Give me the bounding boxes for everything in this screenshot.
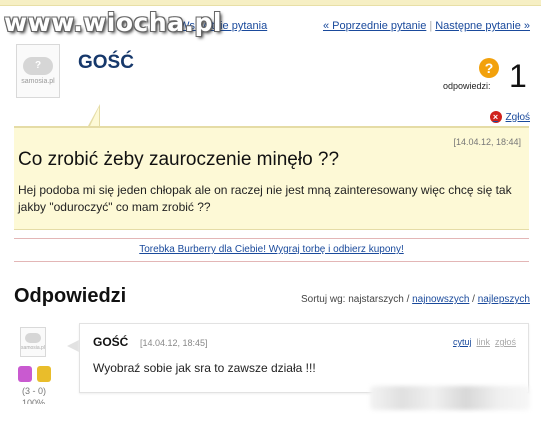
speech-bubbles-icon <box>25 333 41 343</box>
next-question-link[interactable]: Następne pytanie » <box>435 20 530 32</box>
avatar-caption: samosia.pl <box>21 345 45 351</box>
sort-best-link[interactable]: najlepszych <box>478 294 530 305</box>
vote-count: (3 - 0) <box>22 386 47 396</box>
avatar[interactable]: ? samosia.pl <box>16 44 60 98</box>
question-box: [14.04.12, 18:44] Co zrobić żeby zaurocz… <box>14 126 529 230</box>
question-body: Hej podoba mi się jeden chłopak ale on r… <box>18 183 512 214</box>
site-watermark: www.wiocha.pl <box>4 8 222 37</box>
vote-percent: 100% <box>22 398 46 404</box>
answers-count: 1 <box>509 58 527 94</box>
answers-count-label: odpowiedzi: <box>443 81 491 91</box>
question-nav: « Poprzednie pytanie | Następne pytanie » <box>323 20 530 32</box>
answer-avatar[interactable]: samosia.pl <box>20 327 46 357</box>
promo-link[interactable]: Torebka Burberry dla Ciebie! Wygraj torb… <box>139 244 403 255</box>
answer-box: GOŚĆ [14.04.12, 18:45] cytuj link zgłoś Wy… <box>79 323 529 393</box>
top-bar <box>0 0 541 6</box>
close-circle-icon: × <box>489 111 502 123</box>
answer-date: [14.04.12, 18:45] <box>140 338 208 348</box>
report-question-button[interactable]: × Zgłoś <box>489 111 530 123</box>
report-answer-link[interactable]: zgłoś <box>495 337 516 347</box>
thumbs-up-icon[interactable] <box>18 366 32 382</box>
thumbs-down-icon[interactable] <box>37 366 51 382</box>
question-title: Co zrobić żeby zauroczenie minęło ?? <box>18 149 340 170</box>
question-author: GOŚĆ <box>78 52 134 73</box>
sort-newest-link[interactable]: najnowszych <box>412 294 469 305</box>
speech-bubbles-icon: ? <box>23 57 53 75</box>
answer-author: GOŚĆ <box>93 335 129 349</box>
promo-banner: Torebka Burberry dla Ciebie! Wygraj torb… <box>14 238 529 262</box>
avatar-caption: samosia.pl <box>21 78 55 85</box>
report-label: Zgłoś <box>505 111 530 123</box>
sort-options: Sortuj wg: najstarszych / najnowszych / … <box>301 294 530 305</box>
question-mark-icon: ? <box>479 58 499 78</box>
answer-text: Wyobraź sobie jak sra to zawsze działa !… <box>93 361 316 375</box>
answer-actions: cytuj link zgłoś <box>448 337 516 347</box>
speech-tail-fill <box>90 107 99 126</box>
sort-separator: / <box>472 294 475 305</box>
answers-heading: Odpowiedzi <box>14 285 127 307</box>
blurred-content <box>370 386 530 410</box>
nav-separator: | <box>429 20 433 32</box>
sort-label: Sortuj wg: najstarszych / <box>300 294 410 305</box>
quote-link[interactable]: cytuj <box>453 337 472 347</box>
question-date: [14.04.12, 18:44] <box>453 137 521 147</box>
link-link[interactable]: link <box>476 337 490 347</box>
answer-speech-tail <box>67 340 79 352</box>
previous-question-link[interactable]: « Poprzednie pytanie <box>323 20 426 32</box>
